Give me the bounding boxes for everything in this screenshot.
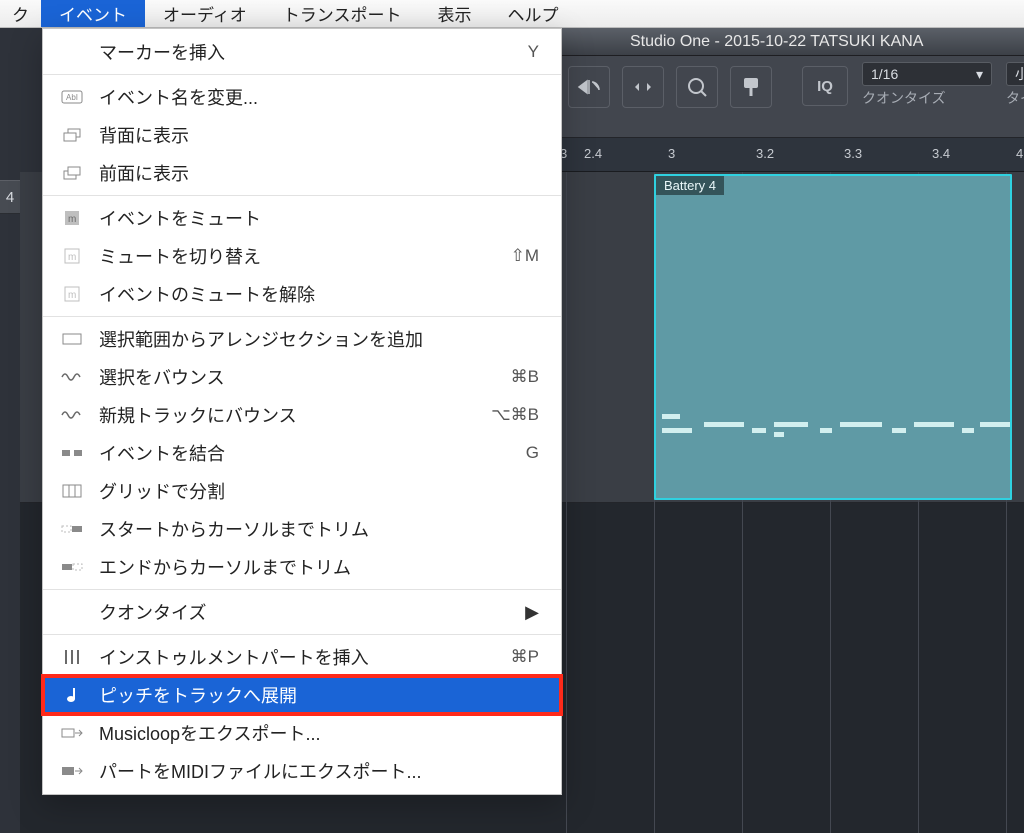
menuitem-rename-event[interactable]: AbI イベント名を変更...: [43, 78, 561, 116]
merge-icon: [59, 443, 85, 463]
menuitem-explode-pitches-to-tracks[interactable]: ピッチをトラックへ展開: [43, 676, 561, 714]
menuitem-trim-start-to-cursor[interactable]: スタートからカーソルまでトリム: [43, 510, 561, 548]
menu-transport[interactable]: トランスポート: [265, 0, 420, 27]
mute-box-icon: m: [59, 284, 85, 304]
toolbar: IQ 1/16 ▾ クオンタイズ 小節 タイ: [560, 56, 1024, 138]
menu-separator: [43, 634, 561, 635]
menuitem-bounce-new-track[interactable]: 新規トラックにバウンス ⌥⌘B: [43, 396, 561, 434]
menu-separator: [43, 316, 561, 317]
quantize-value: 1/16: [871, 66, 898, 82]
menu-help[interactable]: ヘルプ: [489, 0, 576, 27]
menubar: ク イベント オーディオ トランスポート 表示 ヘルプ: [0, 0, 1024, 28]
mute-box-icon: m: [59, 246, 85, 266]
menu-event[interactable]: イベント: [41, 0, 145, 27]
svg-text:m: m: [68, 252, 76, 263]
submenu-arrow-icon: ▶: [525, 602, 539, 623]
menu-separator: [43, 74, 561, 75]
clip-midi-notes: [656, 404, 1010, 444]
ruler-tick: 3.3: [844, 146, 862, 161]
menuitem-quantize-submenu[interactable]: クオンタイズ ▶: [43, 593, 561, 631]
window-title-bar: Studio One - 2015-10-22 TATSUKI KANA: [560, 28, 1024, 56]
time-ruler[interactable]: 3 2.4 3 3.2 3.3 3.4 4: [560, 138, 1024, 172]
tool-autoscroll-icon[interactable]: [568, 66, 610, 108]
ruler-tick: 3.2: [756, 146, 774, 161]
ruler-tick: 3: [668, 146, 675, 161]
menuitem-mute-event[interactable]: m イベントをミュート: [43, 199, 561, 237]
blank-icon: [59, 602, 85, 622]
export-midi-icon: [59, 761, 85, 781]
menu-separator: [43, 589, 561, 590]
tool-quantize-icon[interactable]: [676, 66, 718, 108]
ruler-tick: 2.4: [584, 146, 602, 161]
ruler-tick: 4: [1016, 146, 1023, 161]
timebase-label: タイ: [1006, 88, 1024, 108]
svg-text:m: m: [68, 290, 76, 301]
mute-box-icon: m: [59, 208, 85, 228]
quantize-value-select[interactable]: 1/16 ▾: [862, 62, 992, 86]
timebase-select[interactable]: 小節: [1006, 62, 1024, 86]
marker-icon: [59, 42, 85, 62]
menuitem-merge-events[interactable]: イベントを結合 G: [43, 434, 561, 472]
window-title: Studio One - 2015-10-22 TATSUKI KANA: [630, 33, 923, 51]
rename-icon: AbI: [59, 87, 85, 107]
wave-icon: [59, 367, 85, 387]
iq-button[interactable]: IQ: [802, 66, 848, 106]
menuitem-bounce-selection[interactable]: 選択をバウンス ⌘B: [43, 358, 561, 396]
wave-icon: [59, 405, 85, 425]
menu-separator: [43, 195, 561, 196]
tool-snap-icon[interactable]: [622, 66, 664, 108]
menuitem-unmute-event[interactable]: m イベントのミュートを解除: [43, 275, 561, 313]
quantize-label: クオンタイズ: [862, 88, 992, 108]
grid-split-icon: [59, 481, 85, 501]
send-back-icon: [59, 125, 85, 145]
menuitem-send-to-back[interactable]: 背面に表示: [43, 116, 561, 154]
ruler-tick: 3.4: [932, 146, 950, 161]
svg-text:m: m: [68, 214, 76, 225]
menu-view[interactable]: 表示: [419, 0, 489, 27]
menuitem-bring-to-front[interactable]: 前面に表示: [43, 154, 561, 192]
timebase-value: 小節: [1015, 64, 1024, 84]
tool-marker-icon[interactable]: [730, 66, 772, 108]
clip-name: Battery 4: [656, 176, 724, 195]
trim-end-icon: [59, 557, 85, 577]
menuitem-insert-instrument-part[interactable]: インストゥルメントパートを挿入 ⌘P: [43, 638, 561, 676]
export-loop-icon: [59, 723, 85, 743]
menuitem-split-at-grid[interactable]: グリッドで分割: [43, 472, 561, 510]
instrument-icon: [59, 647, 85, 667]
track-header-number[interactable]: 4: [0, 180, 20, 214]
bring-front-icon: [59, 163, 85, 183]
trim-start-icon: [59, 519, 85, 539]
rect-icon: [59, 329, 85, 349]
note-icon: [59, 685, 85, 705]
chevron-down-icon: ▾: [976, 66, 983, 83]
menuitem-export-musicloop[interactable]: Musicloopをエクスポート...: [43, 714, 561, 752]
event-clip[interactable]: Battery 4: [654, 174, 1012, 500]
event-menu-dropdown: マーカーを挿入 Y AbI イベント名を変更... 背面に表示 前面に表示 m …: [42, 28, 562, 795]
svg-text:AbI: AbI: [66, 93, 78, 102]
menuitem-add-arrange-section[interactable]: 選択範囲からアレンジセクションを追加: [43, 320, 561, 358]
menuitem-export-part-as-midi[interactable]: パートをMIDIファイルにエクスポート...: [43, 752, 561, 790]
menuitem-insert-marker[interactable]: マーカーを挿入 Y: [43, 33, 561, 71]
menubar-left-fragment: ク: [0, 1, 41, 26]
menuitem-toggle-mute[interactable]: m ミュートを切り替え ⇧M: [43, 237, 561, 275]
menuitem-trim-end-to-cursor[interactable]: エンドからカーソルまでトリム: [43, 548, 561, 586]
menu-audio[interactable]: オーディオ: [145, 0, 265, 27]
